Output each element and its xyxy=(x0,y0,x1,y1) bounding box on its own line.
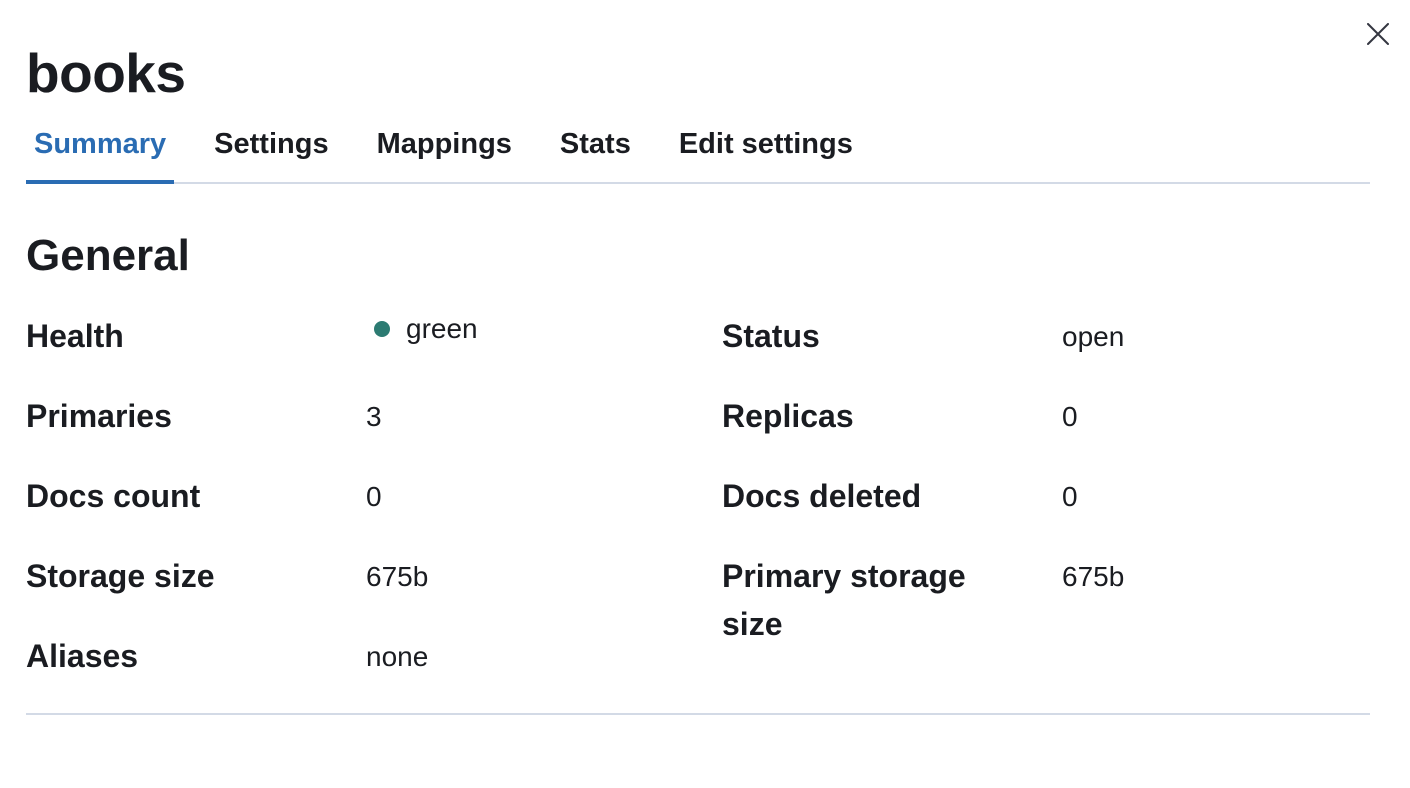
detail-row-storage-size: Storage size 675b xyxy=(26,552,706,632)
detail-value: 3 xyxy=(366,401,382,432)
detail-label: Replicas xyxy=(722,398,854,434)
close-icon xyxy=(1367,23,1389,45)
detail-value: 0 xyxy=(1062,481,1078,512)
detail-value: 675b xyxy=(366,561,429,592)
tab-settings[interactable]: Settings xyxy=(206,108,336,182)
detail-row-docs-count: Docs count 0 xyxy=(26,472,706,552)
detail-row-replicas: Replicas 0 xyxy=(722,392,1382,472)
detail-label: Primary storage size xyxy=(722,558,966,642)
health-status-dot-icon xyxy=(374,321,390,337)
detail-row-health: Health green xyxy=(26,312,706,392)
detail-label: Docs deleted xyxy=(722,478,922,514)
tab-summary[interactable]: Summary xyxy=(26,108,175,184)
index-title: books xyxy=(26,42,186,104)
detail-label: Health xyxy=(26,318,124,354)
detail-label: Primaries xyxy=(26,398,172,434)
detail-value: none xyxy=(366,641,429,672)
tab-mappings[interactable]: Mappings xyxy=(369,108,520,182)
detail-value: 0 xyxy=(366,481,382,512)
tab-bar: Summary Settings Mappings Stats Edit set… xyxy=(26,108,1370,184)
detail-value: 0 xyxy=(1062,401,1078,432)
close-button[interactable] xyxy=(1362,18,1394,50)
section-title-general: General xyxy=(26,231,190,280)
detail-label: Storage size xyxy=(26,558,215,594)
detail-label: Aliases xyxy=(26,638,139,674)
detail-row-primaries: Primaries 3 xyxy=(26,392,706,472)
detail-label: Status xyxy=(722,318,820,354)
tab-edit-settings[interactable]: Edit settings xyxy=(671,108,861,182)
detail-value: open xyxy=(1062,321,1125,352)
general-details-right: Status open Replicas 0 Docs deleted 0 Pr… xyxy=(722,312,1382,642)
health-status-text: green xyxy=(406,313,478,344)
general-details-left: Health green Primaries 3 Docs count 0 St… xyxy=(26,312,706,712)
detail-row-primary-storage-size: Primary storage size 675b xyxy=(722,552,1382,642)
tab-stats[interactable]: Stats xyxy=(552,108,639,182)
index-details-flyout: books Summary Settings Mappings Stats Ed… xyxy=(0,0,1410,788)
detail-value-health: green xyxy=(366,312,478,354)
detail-label: Docs count xyxy=(26,478,201,514)
detail-row-docs-deleted: Docs deleted 0 xyxy=(722,472,1382,552)
detail-row-status: Status open xyxy=(722,312,1382,392)
detail-row-aliases: Aliases none xyxy=(26,632,706,712)
detail-value: 675b xyxy=(1062,561,1125,592)
section-divider xyxy=(26,713,1370,715)
